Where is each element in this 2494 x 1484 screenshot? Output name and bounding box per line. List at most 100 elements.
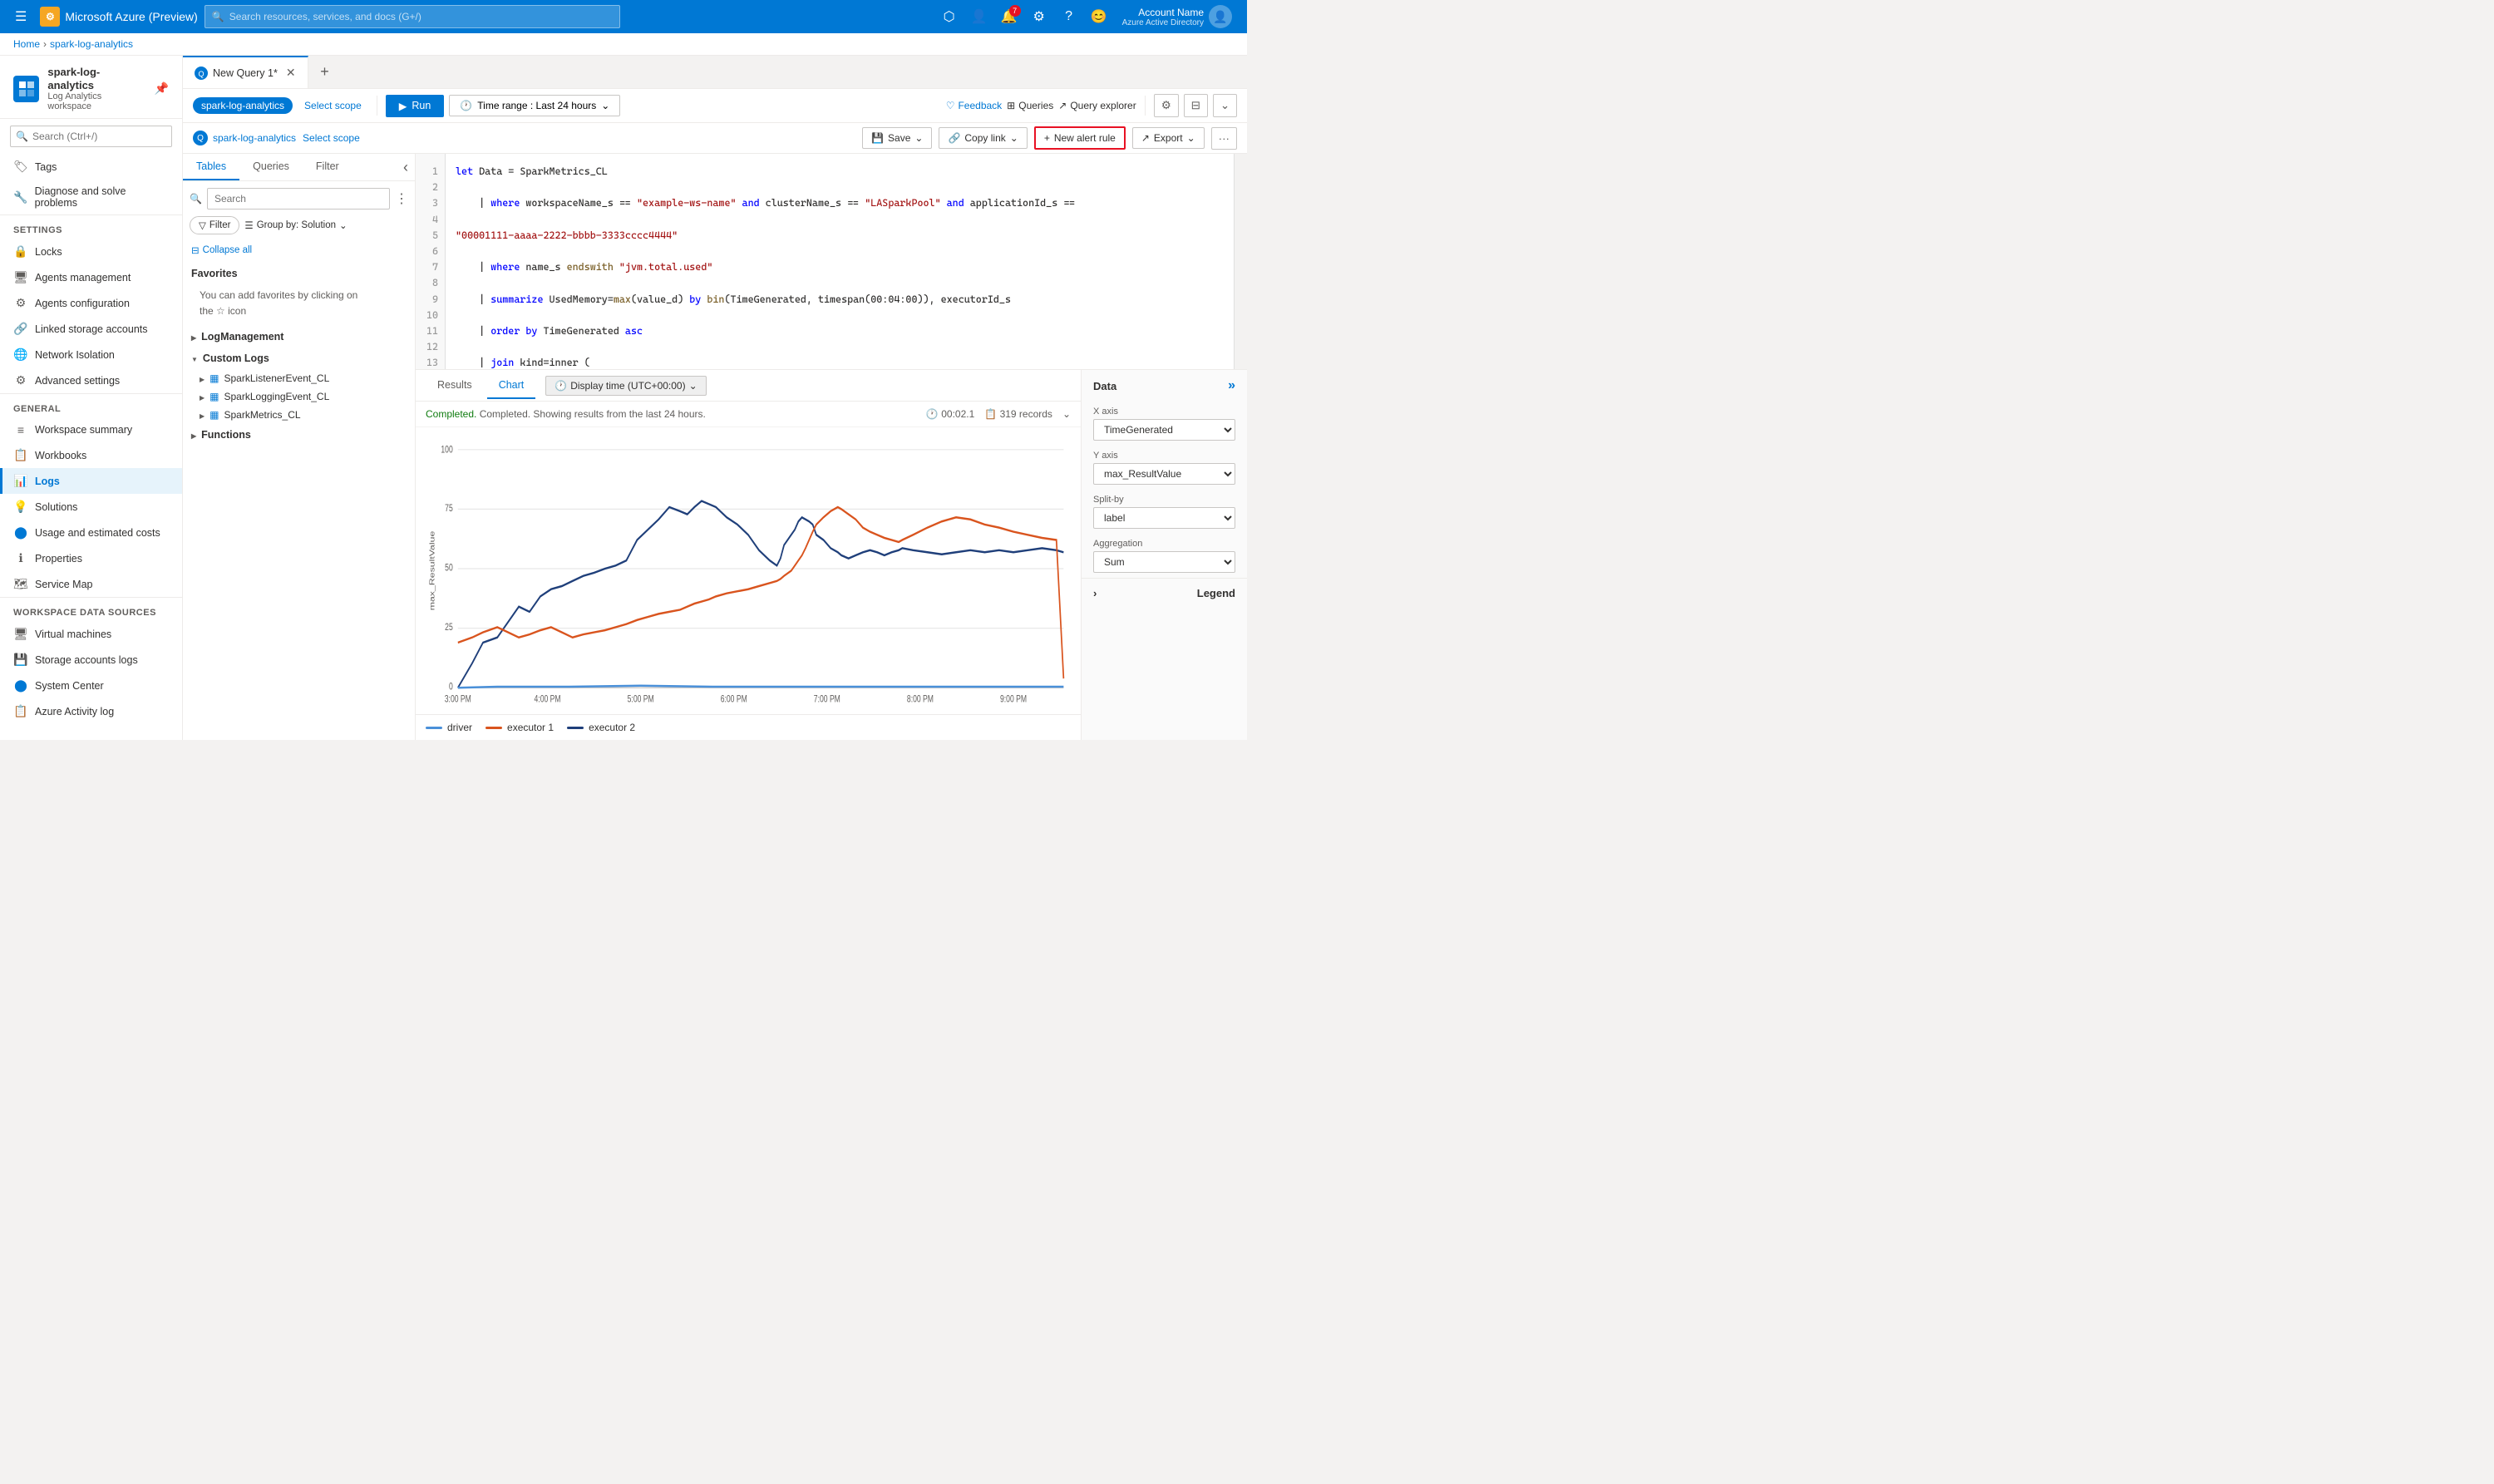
tab-filter[interactable]: Filter [303, 154, 352, 180]
toolbar-settings-button[interactable]: ⚙ [1154, 94, 1179, 117]
run-label: Run [412, 100, 431, 111]
svg-text:25: 25 [445, 622, 453, 634]
results-tab-results[interactable]: Results [426, 372, 484, 399]
legend-item-driver: driver [426, 722, 472, 733]
breadcrumb-home[interactable]: Home [13, 38, 40, 50]
config-data-label: Data [1093, 380, 1116, 392]
favorites-section-header[interactable]: Favorites [183, 263, 415, 284]
svg-text:Q: Q [198, 70, 204, 78]
sidebar-item-service-map[interactable]: 🗺 Service Map [0, 571, 182, 597]
svg-text:50: 50 [445, 562, 453, 574]
tab-tables[interactable]: Tables [183, 154, 239, 180]
new-alert-rule-button[interactable]: + New alert rule [1034, 126, 1126, 150]
query-explorer-button[interactable]: ↗ Query explorer [1058, 100, 1136, 111]
code-editor[interactable]: 1 2 3 4 5 6 7 8 9 10 11 12 13 [416, 154, 1247, 370]
collapse-tables-button[interactable]: ‹ [397, 154, 415, 180]
query-tab-1[interactable]: Q New Query 1* ✕ [183, 56, 308, 88]
notifications-button[interactable]: 🔔 7 [996, 3, 1023, 30]
settings-button[interactable]: ⚙ [1026, 3, 1052, 30]
legend-section-icon: › [1093, 587, 1097, 599]
sidebar-item-system-center[interactable]: ⬤ System Center [0, 673, 182, 698]
more-options-button[interactable]: ··· [1211, 127, 1237, 150]
display-time-button[interactable]: 🕐 Display time (UTC+00:00) ⌄ [545, 376, 706, 396]
search-options-icon[interactable]: ⋮ [395, 190, 408, 207]
pin-sidebar-button[interactable]: 📌 [155, 81, 169, 96]
tables-filter-row: ▽ Filter ☰ Group by: Solution ⌄ [183, 216, 415, 241]
scope-select-scope[interactable]: Select scope [303, 132, 360, 144]
code-text[interactable]: let Data = SparkMetrics_CL | where works… [446, 154, 1234, 369]
select-scope-button[interactable]: Select scope [298, 97, 368, 114]
scope-workspace-label: Q spark-log-analytics [193, 131, 296, 145]
run-query-button[interactable]: ▶ Run [386, 95, 445, 117]
breadcrumb-workspace[interactable]: spark-log-analytics [50, 38, 133, 50]
group-by-button[interactable]: ☰ Group by: Solution ⌄ [244, 219, 347, 231]
collapse-all-button[interactable]: ⊟ Collapse all [183, 241, 415, 263]
time-range-button[interactable]: 🕐 Time range : Last 24 hours ⌄ [449, 95, 620, 116]
sidebar-item-diagnose[interactable]: 🔧 Diagnose and solve problems [0, 180, 182, 214]
global-search-input[interactable] [229, 11, 613, 22]
y-axis-select[interactable]: max_ResultValue [1093, 463, 1235, 485]
sidebar-item-azure-activity-log[interactable]: 📋 Azure Activity log [0, 698, 182, 724]
sidebar-item-properties[interactable]: ℹ Properties [0, 545, 182, 571]
feedback-button[interactable]: ♡ Feedback [946, 100, 1002, 111]
hamburger-menu-button[interactable]: ☰ [8, 5, 33, 28]
filter-button[interactable]: ▽ Filter [190, 216, 239, 234]
config-data-expand-icon[interactable]: » [1228, 378, 1235, 393]
sidebar-item-linked-storage[interactable]: 🔗 Linked storage accounts [0, 316, 182, 342]
editor-scrollbar[interactable] [1234, 154, 1247, 369]
table-item-spark-listener[interactable]: ▦ SparkListenerEvent_CL [183, 369, 415, 387]
workspace-badge[interactable]: spark-log-analytics [193, 97, 293, 114]
tables-search-input[interactable] [207, 188, 390, 210]
tables-tab-label: Tables [196, 160, 226, 172]
cloud-shell-button[interactable]: ⬡ [936, 3, 963, 30]
log-management-header[interactable]: LogManagement [183, 326, 415, 348]
sidebar-item-storage-accounts[interactable]: 💾 Storage accounts logs [0, 647, 182, 673]
chart-legend: driver executor 1 executor 2 [416, 714, 1081, 740]
global-search-box[interactable]: 🔍 [205, 5, 620, 28]
sidebar-label-activity-log: Azure Activity log [35, 706, 114, 717]
table-item-spark-metrics[interactable]: ▦ SparkMetrics_CL [183, 406, 415, 424]
sidebar-item-solutions[interactable]: 💡 Solutions [0, 494, 182, 520]
azure-logo-icon: ⚙ [40, 7, 60, 27]
query-tab-close-button[interactable]: ✕ [286, 66, 296, 80]
save-button[interactable]: 💾 Save ⌄ [862, 127, 932, 149]
sidebar-item-workbooks[interactable]: 📋 Workbooks [0, 442, 182, 468]
split-by-select[interactable]: label [1093, 507, 1235, 529]
sidebar-item-virtual-machines[interactable]: 🖥 Virtual machines [0, 621, 182, 647]
results-tab-chart[interactable]: Chart [487, 372, 536, 399]
sidebar-item-tags[interactable]: 🏷 Tags [0, 154, 182, 180]
feedback-icon-button[interactable]: 😊 [1086, 3, 1112, 30]
export-button[interactable]: ↗ Export ⌄ [1132, 127, 1205, 149]
new-tab-button[interactable]: + [308, 56, 342, 88]
sidebar-item-usage-costs[interactable]: ⬤ Usage and estimated costs [0, 520, 182, 545]
account-menu[interactable]: Account Name Azure Active Directory 👤 [1116, 2, 1239, 32]
sidebar-item-logs[interactable]: 📊 Logs [0, 468, 182, 494]
config-data-header[interactable]: Data » [1082, 370, 1247, 402]
sidebar-item-network-isolation[interactable]: 🌐 Network Isolation [0, 342, 182, 367]
legend-section-header[interactable]: › Legend [1082, 579, 1247, 608]
toolbar-layout-button[interactable]: ⊟ [1184, 94, 1208, 117]
sidebar-label-workspace-summary: Workspace summary [35, 424, 132, 436]
aggregation-select[interactable]: Sum [1093, 551, 1235, 573]
help-button[interactable]: ? [1056, 3, 1082, 30]
sidebar-search-input[interactable] [10, 126, 172, 147]
toolbar-more-button[interactable]: ⌄ [1213, 94, 1237, 117]
functions-header[interactable]: Functions [183, 424, 415, 446]
sidebar-item-locks[interactable]: 🔒 Locks [0, 239, 182, 264]
custom-logs-header[interactable]: Custom Logs [183, 348, 415, 369]
x-axis-select[interactable]: TimeGenerated [1093, 419, 1235, 441]
sidebar-item-agents-management[interactable]: 🖥 Agents management [0, 264, 182, 290]
tab-queries[interactable]: Queries [239, 154, 303, 180]
sidebar-label-agents-mgmt: Agents management [35, 272, 131, 283]
copy-link-button[interactable]: 🔗 Copy link ⌄ [939, 127, 1027, 149]
logs-icon: 📊 [13, 474, 28, 488]
portal-settings-button[interactable]: 👤 [966, 3, 993, 30]
sidebar-item-agents-config[interactable]: ⚙ Agents configuration [0, 290, 182, 316]
sidebar-item-workspace-summary[interactable]: ≡ Workspace summary [0, 417, 182, 442]
results-tab-label: Results [437, 379, 472, 391]
table-item-spark-logging[interactable]: ▦ SparkLoggingEvent_CL [183, 387, 415, 406]
queries-button[interactable]: ⊞ Queries [1007, 100, 1053, 111]
sidebar-item-advanced-settings[interactable]: ⚙ Advanced settings [0, 367, 182, 393]
expand-results-button[interactable]: ⌄ [1062, 408, 1071, 420]
timer-value: 00:02.1 [941, 408, 974, 420]
